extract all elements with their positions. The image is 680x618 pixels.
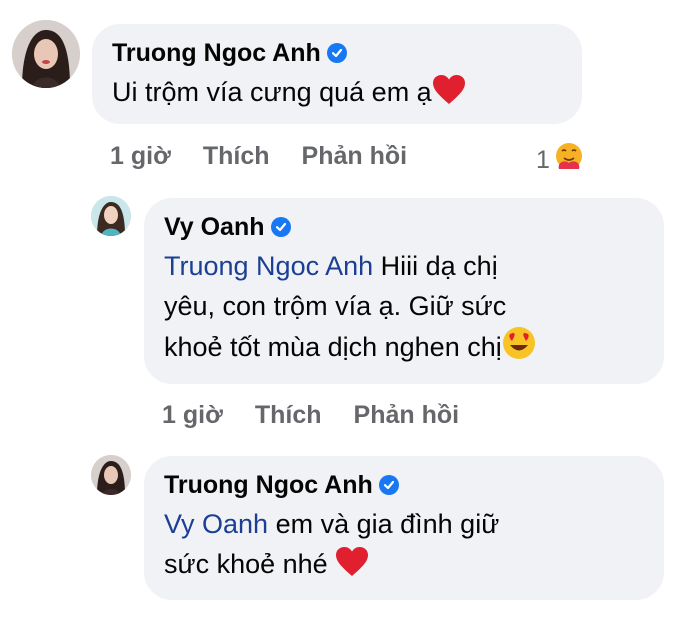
mention-link[interactable]: Vy Oanh xyxy=(164,509,268,539)
heart-emoji-icon xyxy=(335,547,369,588)
reaction-count: 1 xyxy=(536,145,550,174)
reply-button[interactable]: Phản hồi xyxy=(302,141,408,171)
comment-actions: 1 giờ Thích Phản hồi xyxy=(162,400,459,430)
comment-actions: 1 giờ Thích Phản hồi xyxy=(110,141,407,171)
author-name[interactable]: Truong Ngoc Anh xyxy=(164,470,373,500)
reaction-summary[interactable]: 1 xyxy=(536,141,584,178)
comment-author[interactable]: Truong Ngoc Anh xyxy=(164,470,644,500)
reply-button[interactable]: Phản hồi xyxy=(354,400,460,430)
comment-text: Vy Oanh em và gia đình giữ sức khoẻ nhé xyxy=(164,504,644,588)
comment-text: Ui trộm vía cưng quá em ạ xyxy=(112,72,562,116)
comment-text: Truong Ngoc Anh Hiii dạ chị yêu, con trộ… xyxy=(164,246,644,371)
verified-badge-icon xyxy=(326,43,347,63)
profile-photo-icon xyxy=(91,455,131,495)
mention-link[interactable]: Truong Ngoc Anh xyxy=(164,251,373,281)
verified-badge-icon xyxy=(378,475,399,495)
comment-bubble: Truong Ngoc Anh Vy Oanh em và gia đình g… xyxy=(144,456,664,600)
comment-bubble: Truong Ngoc Anh Ui trộm vía cưng quá em … xyxy=(92,24,582,124)
heart-eyes-emoji-icon xyxy=(502,326,536,371)
timestamp-link[interactable]: 1 giờ xyxy=(110,141,171,171)
author-name[interactable]: Truong Ngoc Anh xyxy=(112,38,321,68)
author-name[interactable]: Vy Oanh xyxy=(164,212,265,242)
hug-reaction-icon xyxy=(554,141,584,178)
timestamp-link[interactable]: 1 giờ xyxy=(162,400,223,430)
comment-author[interactable]: Vy Oanh xyxy=(164,212,644,242)
avatar[interactable] xyxy=(12,20,80,88)
like-button[interactable]: Thích xyxy=(203,141,270,171)
like-button[interactable]: Thích xyxy=(255,400,322,430)
avatar[interactable] xyxy=(91,455,131,495)
profile-photo-icon xyxy=(12,20,80,88)
avatar[interactable] xyxy=(91,196,131,236)
heart-emoji-icon xyxy=(432,75,466,116)
profile-photo-icon xyxy=(91,196,131,236)
comment-bubble: Vy Oanh Truong Ngoc Anh Hiii dạ chị yêu,… xyxy=(144,198,664,384)
comment-author[interactable]: Truong Ngoc Anh xyxy=(112,38,562,68)
comment-thread: Truong Ngoc Anh Ui trộm vía cưng quá em … xyxy=(0,0,680,618)
verified-badge-icon xyxy=(270,217,291,237)
